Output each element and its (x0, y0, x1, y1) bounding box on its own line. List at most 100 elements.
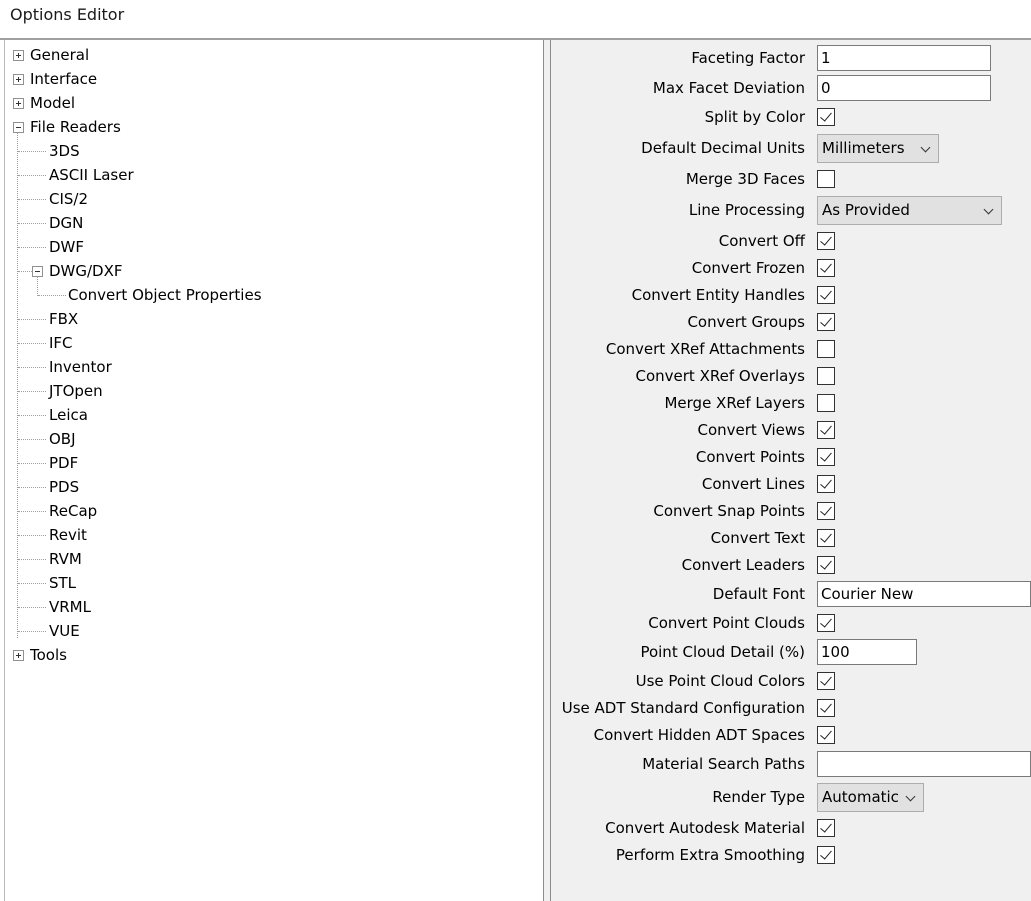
tree-item-label: CIS/2 (49, 190, 89, 208)
convert-entity-handles-checkbox[interactable] (817, 286, 835, 304)
convert-snap-points-checkbox[interactable] (817, 502, 835, 520)
tree-item-tools[interactable]: Tools (5, 643, 535, 667)
tree-item-vue[interactable]: VUE (5, 619, 535, 643)
max-facet-deviation-label: Max Facet Deviation (652, 79, 805, 97)
split-by-color-checkbox[interactable] (817, 108, 835, 126)
tree-item-dwg-dxf[interactable]: DWG/DXF (5, 259, 535, 283)
faceting-factor-input[interactable]: 1 (817, 45, 991, 71)
tree-connector (18, 511, 46, 512)
convert-groups-checkbox[interactable] (817, 313, 835, 331)
tree-item-label: Interface (30, 70, 98, 88)
convert-frozen-checkbox[interactable] (817, 259, 835, 277)
line-processing-dropdown[interactable]: As Provided (817, 196, 1002, 225)
tree-item-leica[interactable]: Leica (5, 403, 535, 427)
tree-connector (18, 607, 46, 608)
tree-item-revit[interactable]: Revit (5, 523, 535, 547)
render-type-label: Render Type (712, 788, 805, 806)
convert-xref-overlays-checkbox[interactable] (817, 367, 835, 385)
tree-connector (18, 271, 32, 272)
tree-item-pdf[interactable]: PDF (5, 451, 535, 475)
tree-item-label: IFC (49, 334, 73, 352)
perform-extra-smoothing-label: Perform Extra Smoothing (615, 846, 805, 864)
collapse-minus-icon[interactable] (13, 122, 24, 133)
chevron-down-icon (983, 204, 994, 215)
tree-item-vrml[interactable]: VRML (5, 595, 535, 619)
pane-splitter[interactable] (543, 40, 551, 901)
convert-point-clouds-label: Convert Point Clouds (648, 614, 805, 632)
expand-plus-icon[interactable] (13, 98, 24, 109)
tree-item-jtopen[interactable]: JTOpen (5, 379, 535, 403)
tree-item-stl[interactable]: STL (5, 571, 535, 595)
convert-xref-attachments-checkbox[interactable] (817, 340, 835, 358)
tree-connector (18, 631, 46, 632)
convert-points-checkbox[interactable] (817, 448, 835, 466)
convert-xref-overlays-label: Convert XRef Overlays (635, 367, 805, 385)
default-font-input[interactable]: Courier New (817, 581, 1031, 607)
tree-item-fbx[interactable]: FBX (5, 307, 535, 331)
convert-text-checkbox[interactable] (817, 529, 835, 547)
convert-autodesk-material-checkbox[interactable] (817, 819, 835, 837)
tree-item-3ds[interactable]: 3DS (5, 139, 535, 163)
tree-connector (18, 367, 46, 368)
tree-connector (18, 199, 46, 200)
tree-item-dgn[interactable]: DGN (5, 211, 535, 235)
tree-item-inventor[interactable]: Inventor (5, 355, 535, 379)
perform-extra-smoothing-checkbox[interactable] (817, 846, 835, 864)
tree-item-label: Revit (49, 526, 87, 544)
chevron-down-icon (920, 142, 931, 153)
convert-leaders-checkbox[interactable] (817, 556, 835, 574)
tree-connector (18, 535, 46, 536)
convert-hidden-adt-spaces-checkbox[interactable] (817, 726, 835, 744)
max-facet-deviation-input[interactable]: 0 (817, 75, 991, 101)
tree-item-ifc[interactable]: IFC (5, 331, 535, 355)
convert-views-checkbox[interactable] (817, 421, 835, 439)
tree-item-label: File Readers (30, 118, 121, 136)
tree-item-dwf[interactable]: DWF (5, 235, 535, 259)
tree-item-rvm[interactable]: RVM (5, 547, 535, 571)
tree-item-general[interactable]: General (5, 43, 535, 67)
properties-panel: Faceting Factor 1 Max Facet Deviation 0 … (551, 40, 1031, 901)
tree-item-pds[interactable]: PDS (5, 475, 535, 499)
collapse-minus-icon[interactable] (32, 266, 43, 277)
tree-item-file-readers[interactable]: File Readers (5, 115, 535, 139)
expand-plus-icon[interactable] (13, 74, 24, 85)
tree-item-model[interactable]: Model (5, 91, 535, 115)
point-cloud-detail-input[interactable]: 100 (817, 639, 917, 665)
tree-item-interface[interactable]: Interface (5, 67, 535, 91)
tree-item-label: 3DS (49, 142, 80, 160)
convert-views-label: Convert Views (697, 421, 806, 439)
tree-item-label: Inventor (49, 358, 112, 376)
expand-plus-icon[interactable] (13, 50, 24, 61)
tree-item-label: DWG/DXF (49, 262, 123, 280)
material-search-paths-input[interactable] (817, 751, 1031, 777)
tree-connector (18, 319, 46, 320)
use-point-cloud-colors-checkbox[interactable] (817, 672, 835, 690)
tree-item-label: OBJ (49, 430, 76, 448)
line-processing-label: Line Processing (688, 201, 805, 219)
merge-xref-layers-checkbox[interactable] (817, 394, 835, 412)
tree-item-label: General (30, 46, 90, 64)
convert-lines-checkbox[interactable] (817, 475, 835, 493)
tree-item-ascii-laser[interactable]: ASCII Laser (5, 163, 535, 187)
default-decimal-units-dropdown[interactable]: Millimeters (817, 134, 939, 163)
tree-item-recap[interactable]: ReCap (5, 499, 535, 523)
tree-item-label: DGN (49, 214, 84, 232)
render-type-dropdown[interactable]: Automatic (817, 783, 924, 812)
material-search-paths-label: Material Search Paths (642, 755, 805, 773)
convert-lines-label: Convert Lines (701, 475, 805, 493)
convert-point-clouds-checkbox[interactable] (817, 614, 835, 632)
tree-item-label: Tools (30, 646, 67, 664)
tree-item-obj[interactable]: OBJ (5, 427, 535, 451)
tree-item-cis2[interactable]: CIS/2 (5, 187, 535, 211)
convert-text-label: Convert Text (710, 529, 805, 547)
default-decimal-units-label: Default Decimal Units (641, 139, 805, 157)
use-adt-standard-configuration-label: Use ADT Standard Configuration (561, 699, 805, 717)
tree-item-convert-object-properties[interactable]: Convert Object Properties (5, 283, 535, 307)
use-adt-standard-configuration-checkbox[interactable] (817, 699, 835, 717)
merge-3d-faces-checkbox[interactable] (817, 170, 835, 188)
dropdown-value: Millimeters (822, 139, 905, 157)
convert-off-checkbox[interactable] (817, 232, 835, 250)
options-tree[interactable]: General Interface Model File Readers 3DS… (4, 40, 543, 901)
convert-frozen-label: Convert Frozen (691, 259, 805, 277)
expand-plus-icon[interactable] (13, 650, 24, 661)
